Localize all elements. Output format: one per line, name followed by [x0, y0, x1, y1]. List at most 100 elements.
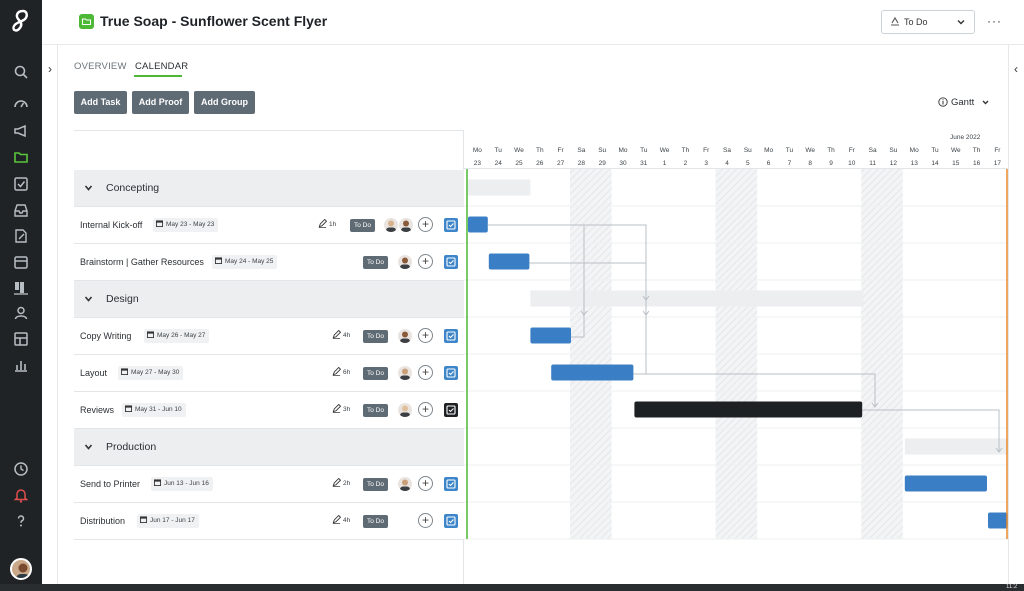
day-date-label: 13 [911, 160, 919, 167]
add-assignee-button[interactable]: + [418, 476, 433, 491]
task-status-badge[interactable]: To Do [363, 367, 388, 380]
day-date-label: 6 [767, 160, 771, 167]
day-of-week-label: Su [744, 147, 752, 154]
expand-panel-chevron-icon[interactable]: › [43, 62, 57, 82]
user-avatar[interactable] [10, 558, 32, 580]
add-assignee-button[interactable]: + [418, 328, 433, 343]
task-name[interactable]: Send to Printer [80, 479, 140, 489]
add-assignee-button[interactable]: + [418, 254, 433, 269]
task-hours[interactable]: 3h [332, 403, 350, 417]
task-hours[interactable]: 1h [318, 218, 336, 232]
task-detail-icon[interactable] [444, 403, 458, 417]
task-dates-text: Jun 13 - Jun 16 [164, 480, 209, 487]
dashboard-icon[interactable] [12, 95, 30, 113]
bell-icon[interactable] [12, 486, 30, 504]
tab-calendar[interactable]: CALENDAR [135, 61, 188, 72]
task-dates[interactable]: May 27 - May 30 [118, 366, 184, 380]
group-row[interactable]: Production [74, 429, 464, 466]
chevron-down-icon[interactable] [84, 183, 93, 193]
add-assignee-button[interactable]: + [418, 402, 433, 417]
assignee-avatar[interactable] [398, 329, 412, 343]
task-hours[interactable]: 6h [332, 366, 350, 380]
day-of-week-label: We [951, 147, 961, 154]
task-detail-icon[interactable] [444, 477, 458, 491]
view-mode-dropdown[interactable]: Gantt [938, 96, 992, 110]
assignee-avatar[interactable] [398, 255, 412, 269]
assignee-avatar[interactable] [384, 218, 398, 232]
assignee-avatar[interactable] [398, 366, 412, 380]
task-detail-icon[interactable] [444, 218, 458, 232]
taskbar-clock: 11:2 [1006, 584, 1018, 590]
add-group-button[interactable]: Add Group [194, 91, 255, 114]
task-status-badge[interactable]: To Do [363, 330, 388, 343]
task-detail-icon[interactable] [444, 255, 458, 269]
inbox-icon[interactable] [12, 201, 30, 219]
task-row[interactable]: Layout May 27 - May 30 6h To Do + [74, 355, 464, 392]
group-row[interactable]: Design [74, 281, 464, 318]
task-name[interactable]: Layout [80, 368, 107, 378]
people-icon[interactable] [12, 304, 30, 322]
page-title: True Soap - Sunflower Scent Flyer [100, 13, 328, 29]
add-task-button[interactable]: Add Task [74, 91, 127, 114]
task-name[interactable]: Copy Writing [80, 331, 131, 341]
task-row[interactable]: Reviews May 31 - Jun 10 3h To Do + [74, 392, 464, 429]
megaphone-icon[interactable] [12, 122, 30, 140]
help-icon[interactable] [12, 512, 30, 530]
task-check-icon[interactable] [12, 175, 30, 193]
folder-icon[interactable] [12, 148, 30, 166]
task-status-badge[interactable]: To Do [363, 478, 388, 491]
status-dropdown[interactable]: To Do [881, 10, 975, 34]
task-status-badge[interactable]: To Do [350, 219, 375, 232]
task-name[interactable]: Brainstorm | Gather Resources [80, 257, 204, 267]
chevron-down-icon[interactable] [84, 442, 93, 452]
task-dates[interactable]: Jun 13 - Jun 16 [151, 477, 213, 491]
task-dates[interactable]: May 24 - May 25 [212, 255, 278, 269]
group-row[interactable]: Concepting [74, 170, 464, 207]
task-hours[interactable]: 4h [332, 329, 350, 343]
more-options-button[interactable]: ··· [987, 14, 1001, 28]
layout-icon[interactable] [12, 330, 30, 348]
task-detail-icon[interactable] [444, 329, 458, 343]
add-assignee-button[interactable]: + [418, 217, 433, 232]
group-span-bar [530, 290, 864, 307]
tab-overview[interactable]: OVERVIEW [74, 61, 127, 72]
os-taskbar: 11:2 [0, 584, 1024, 591]
calendar-icon[interactable] [12, 253, 30, 271]
assignee-avatar[interactable] [399, 218, 413, 232]
reports-icon[interactable] [12, 356, 30, 374]
task-dates[interactable]: May 31 - Jun 10 [122, 403, 186, 417]
assignee-avatar[interactable] [398, 477, 412, 491]
task-hours[interactable]: 2h [332, 477, 350, 491]
expand-right-panel-chevron-icon[interactable]: ‹ [1010, 62, 1022, 82]
task-detail-icon[interactable] [444, 514, 458, 528]
task-row[interactable]: Send to Printer Jun 13 - Jun 16 2h To Do + [74, 466, 464, 503]
task-bar [634, 401, 863, 418]
assignee-avatar[interactable] [398, 403, 412, 417]
task-row[interactable]: Copy Writing May 26 - May 27 4h To Do + [74, 318, 464, 355]
task-hours[interactable]: 4h [332, 514, 350, 528]
board-icon[interactable] [12, 279, 30, 297]
task-name[interactable]: Reviews [80, 405, 114, 415]
chevron-down-icon[interactable] [84, 294, 93, 304]
day-of-week-label: Mo [910, 147, 919, 154]
task-row[interactable]: Internal Kick-off May 23 - May 23 1h To Do + [74, 207, 464, 244]
proof-edit-icon[interactable] [12, 227, 30, 245]
task-status-badge[interactable]: To Do [363, 515, 388, 528]
add-proof-button[interactable]: Add Proof [132, 91, 189, 114]
task-dates[interactable]: Jun 17 - Jun 17 [137, 514, 199, 528]
add-assignee-button[interactable]: + [418, 365, 433, 380]
search-icon[interactable] [12, 63, 30, 81]
day-of-week-label: Sa [869, 147, 877, 154]
task-row[interactable]: Brainstorm | Gather Resources May 24 - Ma… [74, 244, 464, 281]
add-assignee-button[interactable]: + [418, 513, 433, 528]
task-row[interactable]: Distribution Jun 17 - Jun 17 4h To Do + [74, 503, 464, 540]
task-detail-icon[interactable] [444, 366, 458, 380]
task-dates[interactable]: May 23 - May 23 [153, 218, 219, 232]
clock-icon[interactable] [12, 460, 30, 478]
task-status-badge[interactable]: To Do [363, 256, 388, 269]
task-name[interactable]: Internal Kick-off [80, 220, 142, 230]
task-name[interactable]: Distribution [80, 516, 125, 526]
app-logo-icon[interactable] [9, 8, 33, 36]
task-dates[interactable]: May 26 - May 27 [144, 329, 210, 343]
task-status-badge[interactable]: To Do [363, 404, 388, 417]
